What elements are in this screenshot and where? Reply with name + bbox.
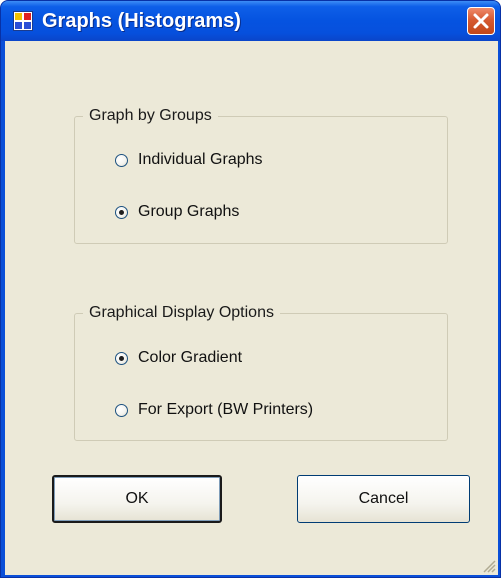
radio-color-gradient[interactable]: Color Gradient bbox=[115, 346, 242, 370]
dialog-body: Graph by Groups Individual Graphs Group … bbox=[5, 41, 498, 575]
radio-button[interactable] bbox=[115, 205, 128, 219]
radio-label: Individual Graphs bbox=[138, 151, 263, 168]
close-icon bbox=[473, 13, 489, 29]
close-button[interactable] bbox=[467, 7, 495, 35]
graphical-display-options-group: Graphical Display Options Color Gradient… bbox=[74, 303, 448, 441]
graph-by-groups-group: Graph by Groups Individual Graphs Group … bbox=[74, 106, 448, 244]
radio-button[interactable] bbox=[115, 153, 128, 167]
cancel-button[interactable]: Cancel bbox=[297, 475, 470, 523]
ok-button-label: OK bbox=[125, 490, 149, 507]
resize-grip-icon[interactable] bbox=[480, 557, 496, 573]
radio-label: Group Graphs bbox=[138, 203, 240, 220]
radio-label: For Export (BW Printers) bbox=[138, 401, 314, 418]
radio-individual-graphs[interactable]: Individual Graphs bbox=[115, 148, 263, 172]
app-icon bbox=[13, 11, 33, 31]
radio-for-export[interactable]: For Export (BW Printers) bbox=[115, 398, 313, 422]
title-bar[interactable]: Graphs (Histograms) bbox=[1, 1, 500, 41]
cancel-button-label: Cancel bbox=[358, 490, 409, 507]
radio-label: Color Gradient bbox=[138, 349, 243, 366]
radio-group-graphs[interactable]: Group Graphs bbox=[115, 200, 239, 224]
radio-button[interactable] bbox=[115, 403, 128, 417]
dialog-window: Graphs (Histograms) Graph by Groups Indi… bbox=[0, 0, 501, 578]
graph-by-groups-title: Graph by Groups bbox=[83, 106, 218, 126]
radio-button[interactable] bbox=[115, 351, 128, 365]
graphical-display-options-title: Graphical Display Options bbox=[83, 303, 280, 323]
ok-button[interactable]: OK bbox=[52, 475, 222, 523]
window-title: Graphs (Histograms) bbox=[42, 10, 241, 32]
